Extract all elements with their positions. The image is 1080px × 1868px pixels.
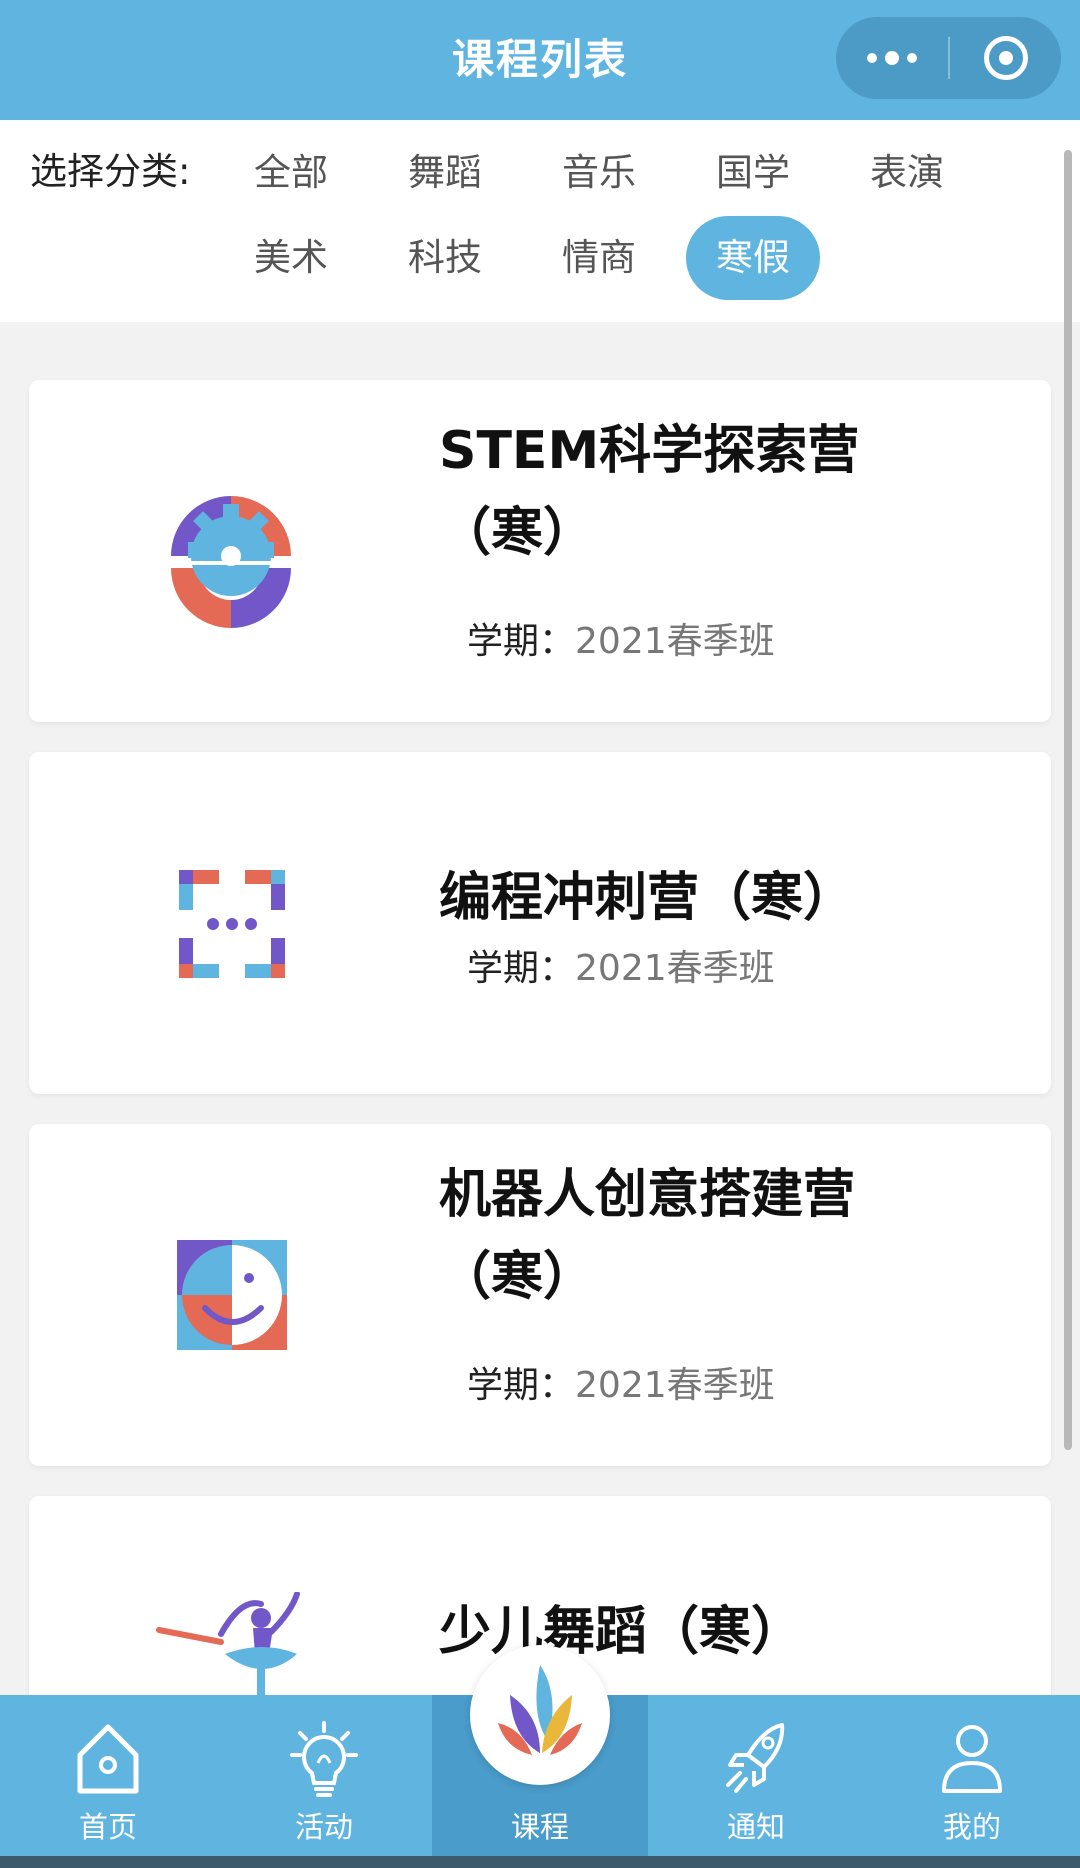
tab-home[interactable]: 首页 [0,1695,216,1868]
mini-program-capsule [836,17,1061,99]
term-label: 学期： [467,621,576,662]
category-art[interactable]: 美术 [224,216,358,300]
course-title: STEM科学探索营（寒） [439,421,860,563]
nav-header: 课程列表 [0,0,1080,120]
category-chinese-studies[interactable]: 国学 [686,131,820,215]
lightbulb-icon [290,1721,358,1797]
category-winter-break[interactable]: 寒假 [686,216,820,300]
tab-label: 我的 [942,1810,1001,1844]
category-eq[interactable]: 情商 [532,216,666,300]
flame-logo-icon [498,1665,582,1755]
center-logo-button[interactable] [470,1645,610,1785]
course-title: 机器人创意搭建营（寒） [439,1165,856,1307]
course-card[interactable]: 编程冲刺营（寒） 学期：2021春季班 [29,752,1051,1094]
course-card[interactable]: STEM科学探索营（寒） 学期：2021春季班 [29,380,1051,722]
tab-label: 活动 [294,1810,353,1844]
course-title: 编程冲刺营（寒） [439,868,856,928]
course-term: 学期：2021春季班 [467,1362,775,1410]
category-all[interactable]: 全部 [224,131,358,215]
tab-activity[interactable]: 活动 [216,1695,432,1868]
tab-profile[interactable]: 我的 [864,1695,1080,1868]
more-dots-icon[interactable] [836,17,948,99]
course-term: 学期：2021春季班 [467,618,775,666]
term-label: 学期： [467,948,576,989]
course-term: 学期：2021春季班 [467,945,775,993]
user-icon [942,1725,1002,1793]
rocket-icon [726,1723,785,1793]
code-brackets-icon [179,870,285,978]
term-value: 2021春季班 [575,948,775,989]
category-filter: 选择分类: 全部 舞蹈 音乐 国学 表演 美术 科技 情商 寒假 [0,120,1080,322]
target-circle-icon[interactable] [950,17,1061,99]
term-label: 学期： [467,1365,576,1406]
term-value: 2021春季班 [575,621,775,662]
course-list-page: 课程列表 选择分类: 全部 舞蹈 音乐 国学 表演 美术 科技 情商 寒假 ST… [0,0,1080,1868]
category-performance[interactable]: 表演 [840,131,974,215]
category-music[interactable]: 音乐 [532,131,666,215]
scrollbar[interactable] [1064,150,1072,1450]
robot-face-icon [177,1240,287,1350]
tab-label: 课程 [510,1810,569,1844]
course-card[interactable]: 机器人创意搭建营（寒） 学期：2021春季班 [29,1124,1051,1466]
category-dance[interactable]: 舞蹈 [378,131,512,215]
gear-split-icon [171,496,291,628]
home-indicator [0,1856,1080,1868]
tab-label: 通知 [726,1810,785,1844]
category-tech[interactable]: 科技 [378,216,512,300]
ballet-dancer-icon [156,1592,300,1702]
tab-notifications[interactable]: 通知 [648,1695,864,1868]
filter-label: 选择分类: [30,150,191,193]
home-icon [77,1724,139,1794]
term-value: 2021春季班 [575,1365,775,1406]
tab-label: 首页 [78,1810,137,1844]
